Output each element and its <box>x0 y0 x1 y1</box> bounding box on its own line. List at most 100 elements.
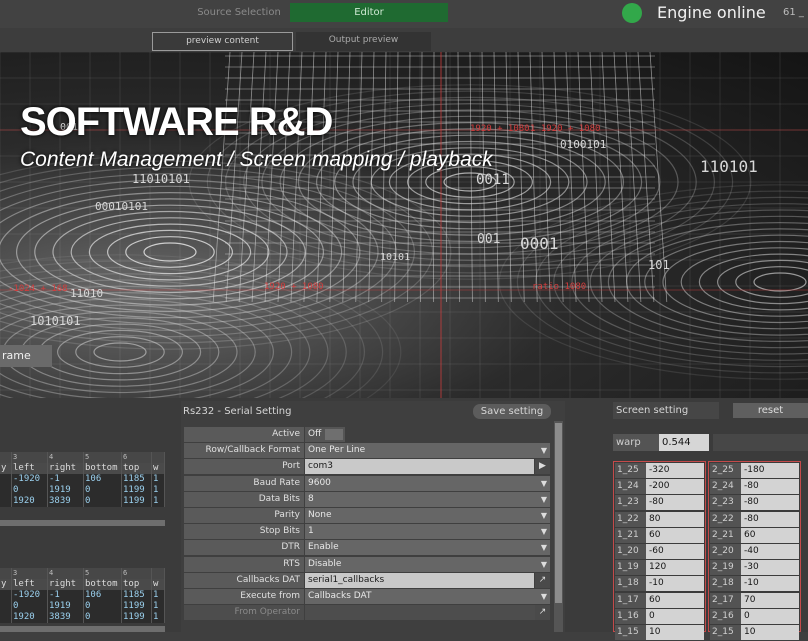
param-toggle[interactable]: Off <box>305 427 345 442</box>
warp-point-field[interactable]: -60 <box>646 544 704 559</box>
table-cell[interactable]: right <box>48 579 84 590</box>
param-dropdown[interactable]: 1▼ <box>305 524 550 539</box>
table-cell[interactable]: 1919 <box>48 485 84 496</box>
table-cell[interactable]: 4 <box>48 452 84 463</box>
table-cell[interactable]: y <box>0 463 12 474</box>
warp-point-field[interactable]: 120 <box>646 560 704 575</box>
table-cell[interactable]: 1199 <box>122 485 152 496</box>
table-cell[interactable]: -1 <box>48 474 84 485</box>
table-cell[interactable]: 3839 <box>48 496 84 507</box>
warp-slider[interactable] <box>713 434 808 451</box>
scrollbar-thumb[interactable] <box>555 423 562 603</box>
warp-point-field[interactable]: 10 <box>646 625 704 640</box>
param-dropdown[interactable]: One Per Line▼ <box>305 443 550 458</box>
table-cell[interactable]: 0 <box>84 601 122 612</box>
table-cell[interactable] <box>0 452 12 463</box>
table-1-scrollbar[interactable] <box>0 520 165 526</box>
table-cell[interactable] <box>0 496 12 507</box>
warp-point-field[interactable]: -200 <box>646 479 704 494</box>
table-cell[interactable]: 1185 <box>122 590 152 601</box>
table-cell[interactable]: 1919 <box>48 601 84 612</box>
link-arrow-icon[interactable]: ↗ <box>535 605 550 620</box>
table-cell[interactable] <box>0 474 12 485</box>
warp-point-field[interactable]: -80 <box>741 479 799 494</box>
table-cell[interactable]: -1920 <box>12 474 48 485</box>
table-cell[interactable]: 1 <box>152 496 165 507</box>
table-cell[interactable]: -1 <box>48 590 84 601</box>
table-cell[interactable] <box>152 452 165 463</box>
param-field[interactable]: com3 <box>305 459 534 474</box>
table-cell[interactable]: 106 <box>84 590 122 601</box>
warp-point-field[interactable]: -80 <box>646 495 704 510</box>
table-cell[interactable]: 6 <box>122 568 152 579</box>
table-cell[interactable]: 3839 <box>48 612 84 623</box>
table-cell[interactable] <box>152 568 165 579</box>
table-cell[interactable]: 1199 <box>122 496 152 507</box>
param-dropdown[interactable]: Disable▼ <box>305 557 550 572</box>
param-dropdown[interactable]: Callbacks DAT▼ <box>305 589 550 604</box>
table-cell[interactable]: 0 <box>84 612 122 623</box>
table-cell[interactable]: 1 <box>152 612 165 623</box>
table-cell[interactable]: 5 <box>84 452 122 463</box>
warp-point-field[interactable]: 70 <box>741 593 799 608</box>
frame-button[interactable]: rame <box>0 345 52 367</box>
table-cell[interactable]: 106 <box>84 474 122 485</box>
source-selection-button[interactable]: Source Selection <box>180 3 298 22</box>
table-cell[interactable]: 0 <box>12 485 48 496</box>
table-cell[interactable]: w <box>152 463 165 474</box>
param-dropdown[interactable]: 9600▼ <box>305 476 550 491</box>
warp-point-field[interactable]: 60 <box>646 528 704 543</box>
table-cell[interactable] <box>0 485 12 496</box>
table-cell[interactable] <box>0 601 12 612</box>
link-arrow-icon[interactable]: ↗ <box>535 573 550 588</box>
warp-point-field[interactable]: 80 <box>646 512 704 527</box>
table-cell[interactable]: bottom <box>84 579 122 590</box>
warp-field[interactable]: 0.544 <box>659 434 709 451</box>
table-cell[interactable]: top <box>122 463 152 474</box>
warp-point-field[interactable]: 60 <box>646 593 704 608</box>
warp-point-field[interactable]: -320 <box>646 463 704 478</box>
warp-point-field[interactable]: 0 <box>741 609 799 624</box>
play-arrow-icon[interactable]: ▶ <box>535 459 550 474</box>
table-cell[interactable]: bottom <box>84 463 122 474</box>
table-cell[interactable]: 1 <box>152 601 165 612</box>
table-cell[interactable]: top <box>122 579 152 590</box>
warp-point-field[interactable]: -40 <box>741 544 799 559</box>
warp-point-field[interactable]: 60 <box>741 528 799 543</box>
table-cell[interactable]: w <box>152 579 165 590</box>
param-dropdown[interactable]: None▼ <box>305 508 550 523</box>
table-cell[interactable]: 3 <box>12 568 48 579</box>
warp-point-field[interactable]: 0 <box>646 609 704 624</box>
warp-point-field[interactable]: -10 <box>741 576 799 591</box>
save-setting-button[interactable]: Save setting <box>473 404 551 419</box>
table-cell[interactable]: 1 <box>152 485 165 496</box>
editor-button[interactable]: Editor <box>290 3 448 22</box>
table-cell[interactable]: left <box>12 463 48 474</box>
table-cell[interactable]: 1 <box>152 474 165 485</box>
table-cell[interactable]: 1920 <box>12 496 48 507</box>
param-dropdown[interactable]: Enable▼ <box>305 540 550 555</box>
table-cell[interactable]: 0 <box>84 485 122 496</box>
table-cell[interactable]: 5 <box>84 568 122 579</box>
table-cell[interactable]: 1199 <box>122 612 152 623</box>
warp-point-field[interactable]: -30 <box>741 560 799 575</box>
table-2-scrollbar[interactable] <box>0 626 165 632</box>
table-cell[interactable]: 4 <box>48 568 84 579</box>
warp-point-field[interactable]: 10 <box>741 625 799 640</box>
table-cell[interactable]: 1 <box>152 590 165 601</box>
param-field[interactable]: serial1_callbacks <box>305 573 534 588</box>
warp-point-field[interactable]: -80 <box>741 495 799 510</box>
table-cell[interactable]: 3 <box>12 452 48 463</box>
table-cell[interactable]: 6 <box>122 452 152 463</box>
table-cell[interactable]: y <box>0 579 12 590</box>
reset-button[interactable]: reset <box>733 403 808 418</box>
warp-point-field[interactable]: -80 <box>741 512 799 527</box>
tab-output-preview[interactable]: Output preview <box>296 32 431 51</box>
table-cell[interactable]: 1185 <box>122 474 152 485</box>
table-cell[interactable]: 1199 <box>122 601 152 612</box>
table-cell[interactable]: right <box>48 463 84 474</box>
table-cell[interactable] <box>0 612 12 623</box>
table-cell[interactable]: left <box>12 579 48 590</box>
warp-point-field[interactable]: -180 <box>741 463 799 478</box>
table-cell[interactable] <box>0 590 12 601</box>
